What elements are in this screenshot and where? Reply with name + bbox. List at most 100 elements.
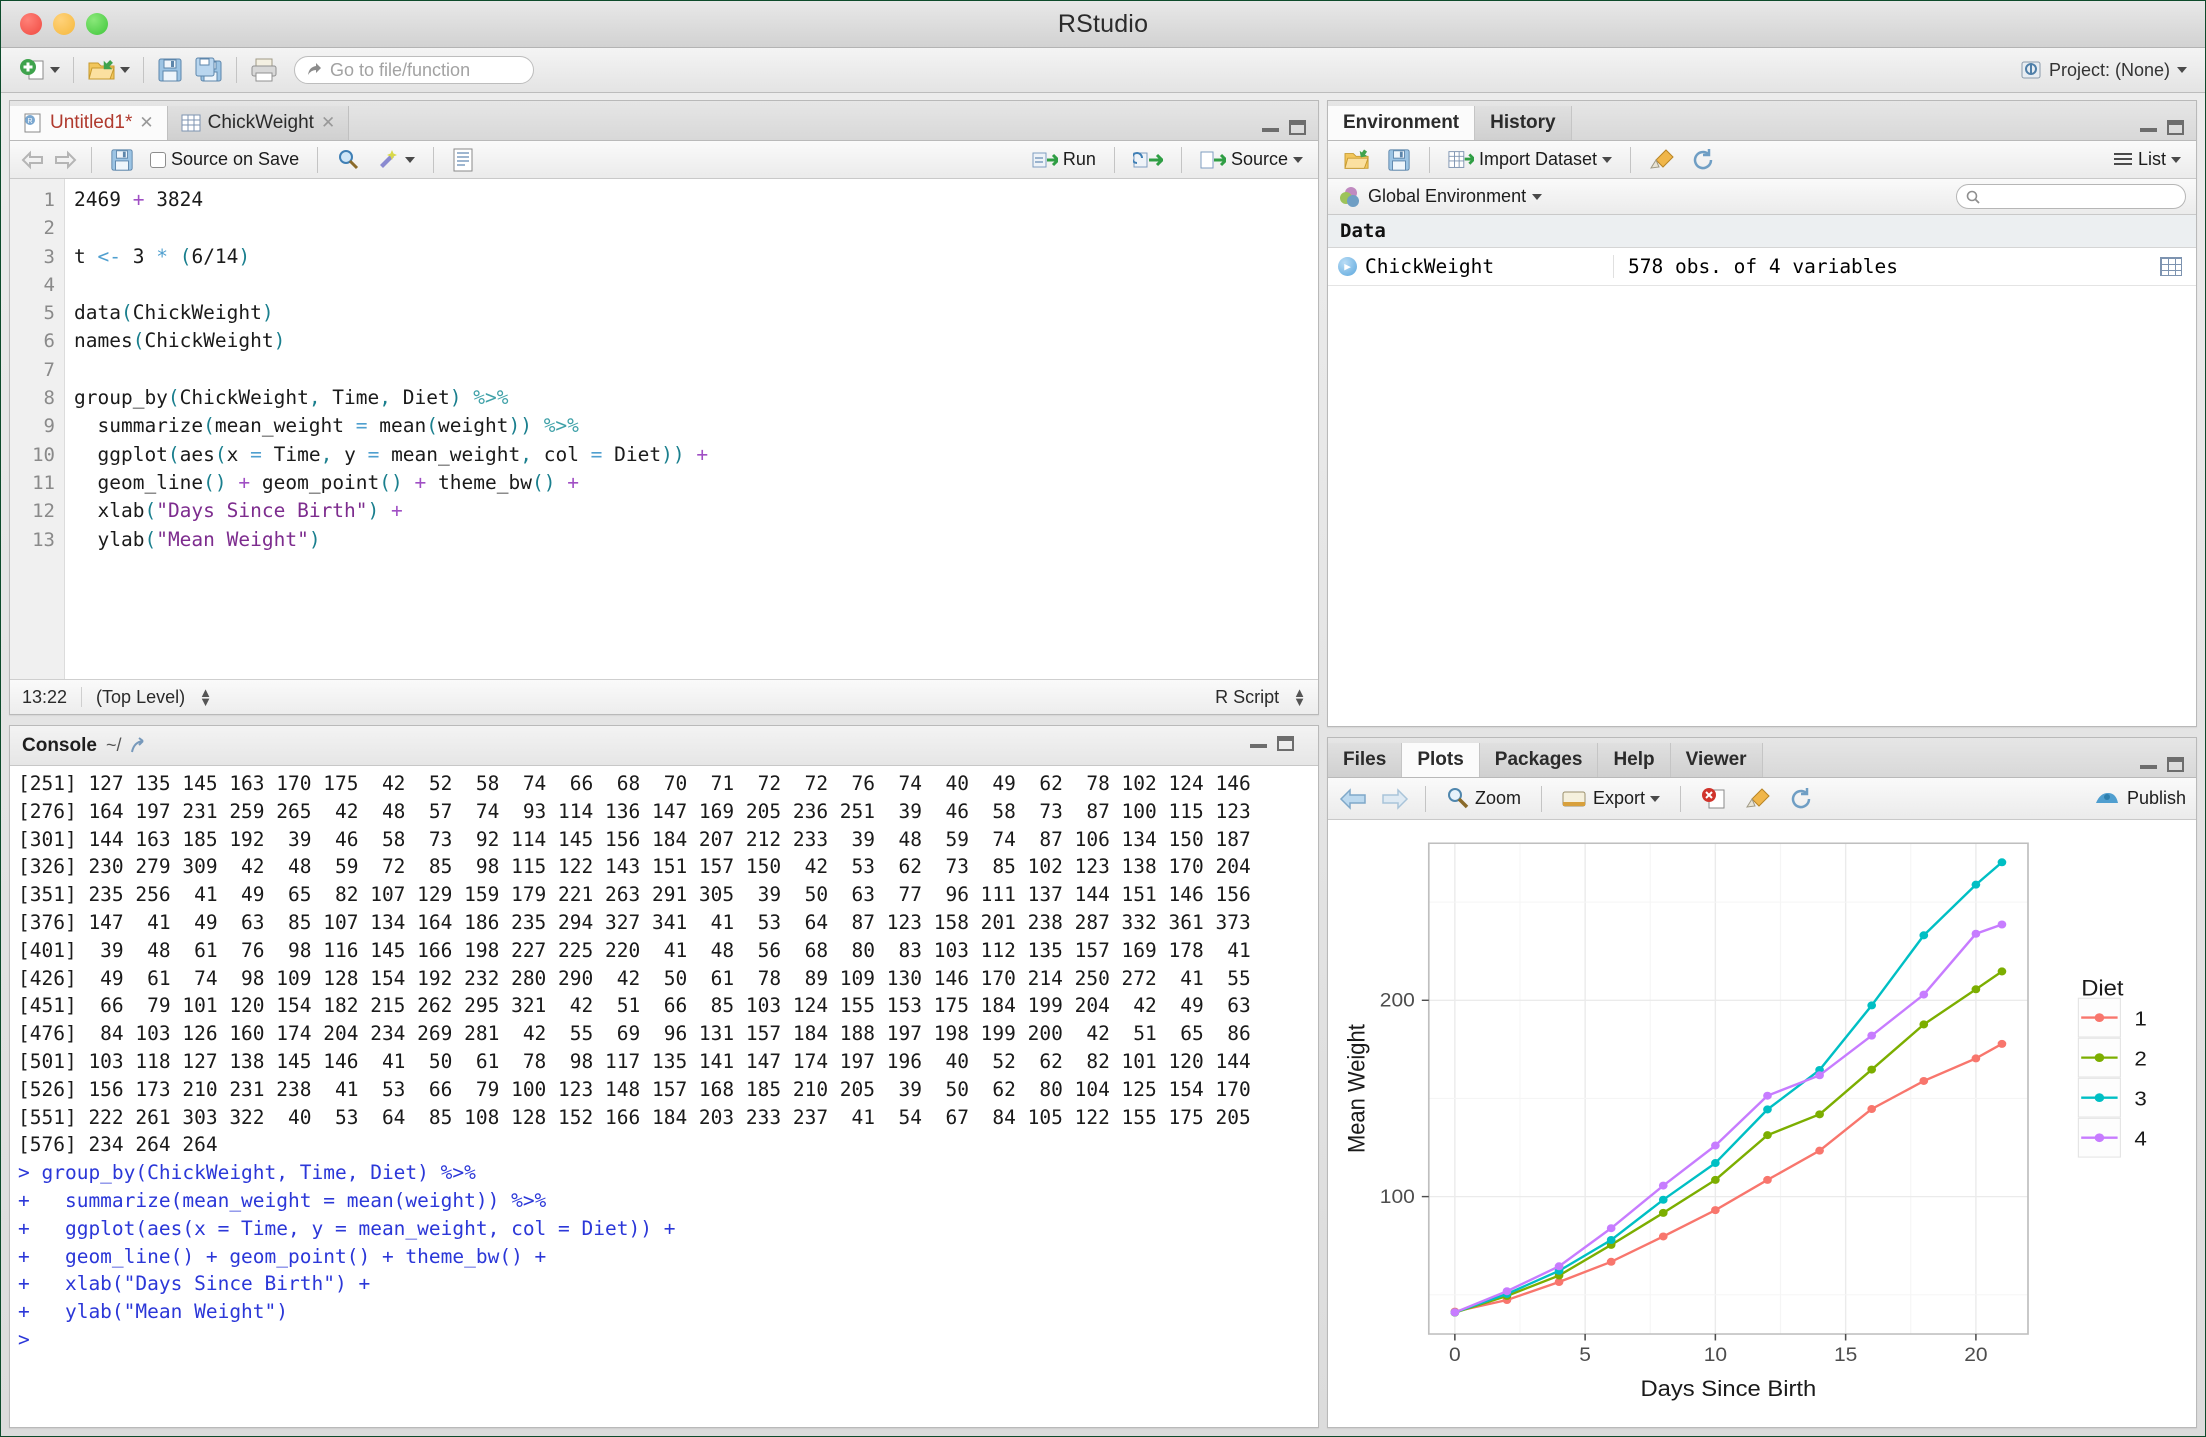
tab-files[interactable]: Files <box>1328 743 1403 777</box>
global-environment-icon <box>1340 186 1359 207</box>
svg-text:200: 200 <box>1380 990 1415 1011</box>
tab-viewer[interactable]: Viewer <box>1670 743 1763 777</box>
svg-text:R: R <box>27 118 32 125</box>
publish-button[interactable]: Publish <box>2094 788 2186 810</box>
right-column: Environment History Import Dataset List … <box>1327 100 2197 1428</box>
r-script-icon: R <box>24 113 41 133</box>
close-icon[interactable]: ✕ <box>139 113 153 133</box>
close-icon[interactable]: ✕ <box>321 113 335 133</box>
tab-history[interactable]: History <box>1475 106 1572 140</box>
publish-icon <box>2095 792 2118 803</box>
code-tools-button[interactable] <box>371 146 420 174</box>
tab-packages[interactable]: Packages <box>1479 743 1599 777</box>
file-type-stepper-icon[interactable]: ▲ ▼ <box>1293 686 1306 708</box>
minimize-pane-icon[interactable] <box>2140 760 2157 769</box>
arrow-left-icon[interactable] <box>20 150 46 170</box>
file-type-label[interactable]: R Script <box>1215 687 1279 708</box>
popout-icon[interactable] <box>130 736 150 755</box>
save-all-button[interactable] <box>189 52 229 88</box>
source-save-button[interactable] <box>105 146 139 174</box>
code-editor[interactable]: 1 2 3 4 5 6 7 8 9 10 11 12 13 2469 + 3824 t <- 3 * (… <box>10 179 1318 679</box>
minimize-pane-icon[interactable] <box>2140 123 2157 132</box>
toolbar-divider <box>433 146 435 173</box>
open-folder-icon <box>88 60 115 80</box>
save-workspace-button[interactable] <box>1382 146 1416 174</box>
toolbar-divider <box>1180 146 1182 173</box>
environment-pane: Environment History Import Dataset List … <box>1327 100 2197 727</box>
load-workspace-button[interactable] <box>1338 146 1376 174</box>
publish-label: Publish <box>2126 788 2186 808</box>
maximize-pane-icon[interactable] <box>1289 120 1306 135</box>
minimize-pane-icon[interactable] <box>1250 739 1267 748</box>
scope-stepper-icon[interactable]: ▲ ▼ <box>199 686 212 708</box>
import-dataset-button[interactable]: Import Dataset <box>1443 147 1617 173</box>
svg-text:10: 10 <box>1704 1345 1727 1366</box>
export-label: Export <box>1593 788 1646 808</box>
save-button[interactable] <box>151 52 189 88</box>
open-file-button[interactable] <box>81 52 136 88</box>
toolbar-divider <box>1425 785 1426 812</box>
compile-report-button[interactable] <box>447 146 479 174</box>
list-label: List <box>2137 149 2166 169</box>
console-output[interactable]: [251] 127 135 145 163 170 175 42 52 58 7… <box>10 766 1318 1427</box>
maximize-pane-icon[interactable] <box>1277 735 1294 751</box>
environment-tabstrip: Environment History <box>1328 101 2196 141</box>
tab-environment[interactable]: Environment <box>1328 106 1476 140</box>
clear-broom-icon <box>1650 148 1674 169</box>
minimize-pane-icon[interactable] <box>1262 123 1279 132</box>
source-tab-untitled1[interactable]: R Untitled1* ✕ <box>10 106 168 140</box>
chevron-down-icon <box>405 156 416 163</box>
clear-plots-button[interactable] <box>1740 785 1776 813</box>
toolbar-divider <box>73 57 74 83</box>
environment-scope-label[interactable]: Global Environment <box>1368 186 1526 207</box>
source-tab-chickweight[interactable]: ChickWeight ✕ <box>167 106 350 140</box>
view-data-icon[interactable] <box>2160 257 2182 276</box>
svg-text:20: 20 <box>1964 1345 1987 1366</box>
toolbar-divider <box>143 57 144 83</box>
source-button[interactable]: Source <box>1195 147 1308 172</box>
source-on-save-label: Source on Save <box>171 149 300 169</box>
plots-toolbar: Zoom Export Publish <box>1328 778 2196 820</box>
clear-environment-button[interactable] <box>1644 146 1680 174</box>
refresh-plot-button[interactable] <box>1784 785 1818 813</box>
toolbar-divider <box>1680 785 1682 812</box>
plot-canvas[interactable]: 0 5 10 15 20 100 200 Days Since Birth Mean Weigh… <box>1328 820 2196 1427</box>
find-replace-button[interactable] <box>331 146 365 174</box>
new-file-button[interactable] <box>13 52 66 88</box>
print-button[interactable] <box>244 52 284 88</box>
maximize-pane-icon[interactable] <box>2167 120 2184 135</box>
zoom-plot-button[interactable]: Zoom <box>1441 785 1526 813</box>
arrow-right-icon[interactable] <box>1378 787 1410 810</box>
arrow-left-icon[interactable] <box>1338 787 1370 810</box>
refresh-environment-button[interactable] <box>1686 146 1720 174</box>
tab-plots[interactable]: Plots <box>1402 743 1480 777</box>
export-plot-button[interactable]: Export <box>1557 786 1665 812</box>
rerun-button[interactable] <box>1128 148 1168 172</box>
maximize-pane-icon[interactable] <box>2167 757 2184 772</box>
tab-help[interactable]: Help <box>1598 743 1671 777</box>
chevron-down-icon[interactable] <box>1532 193 1543 200</box>
environment-list: Data ▶ ChickWeight 578 obs. of 4 variabl… <box>1328 215 2196 726</box>
editor-code[interactable]: 2469 + 3824 t <- 3 * (6/14) data(ChickWe… <box>65 179 1318 679</box>
svg-text:5: 5 <box>1579 1345 1591 1366</box>
expand-object-icon[interactable]: ▶ <box>1338 257 1357 276</box>
svg-text:100: 100 <box>1380 1187 1415 1208</box>
source-on-save-checkbox[interactable]: Source on Save <box>145 147 304 172</box>
source-label: Source <box>1230 149 1288 169</box>
arrow-right-icon[interactable] <box>52 150 78 170</box>
list-view-button[interactable]: List <box>2108 147 2186 172</box>
toolbar-divider <box>317 146 319 173</box>
table-row[interactable]: ▶ ChickWeight 578 obs. of 4 variables <box>1328 248 2196 286</box>
source-pane-controls <box>1262 120 1318 140</box>
console-pane-controls <box>1250 735 1306 756</box>
toolbar-divider <box>236 57 237 83</box>
project-selector[interactable]: Project: (None) <box>2020 60 2193 81</box>
code-tools-icon <box>380 149 398 168</box>
cursor-position: 13:22 <box>22 686 68 707</box>
save-all-icon <box>195 57 222 82</box>
goto-file-function-input[interactable]: Go to file/function <box>294 56 534 84</box>
scope-selector[interactable]: (Top Level) <box>96 687 185 708</box>
remove-plot-button[interactable] <box>1696 785 1732 813</box>
environment-search-input[interactable] <box>1956 184 2186 209</box>
run-button[interactable]: Run <box>1027 147 1101 172</box>
